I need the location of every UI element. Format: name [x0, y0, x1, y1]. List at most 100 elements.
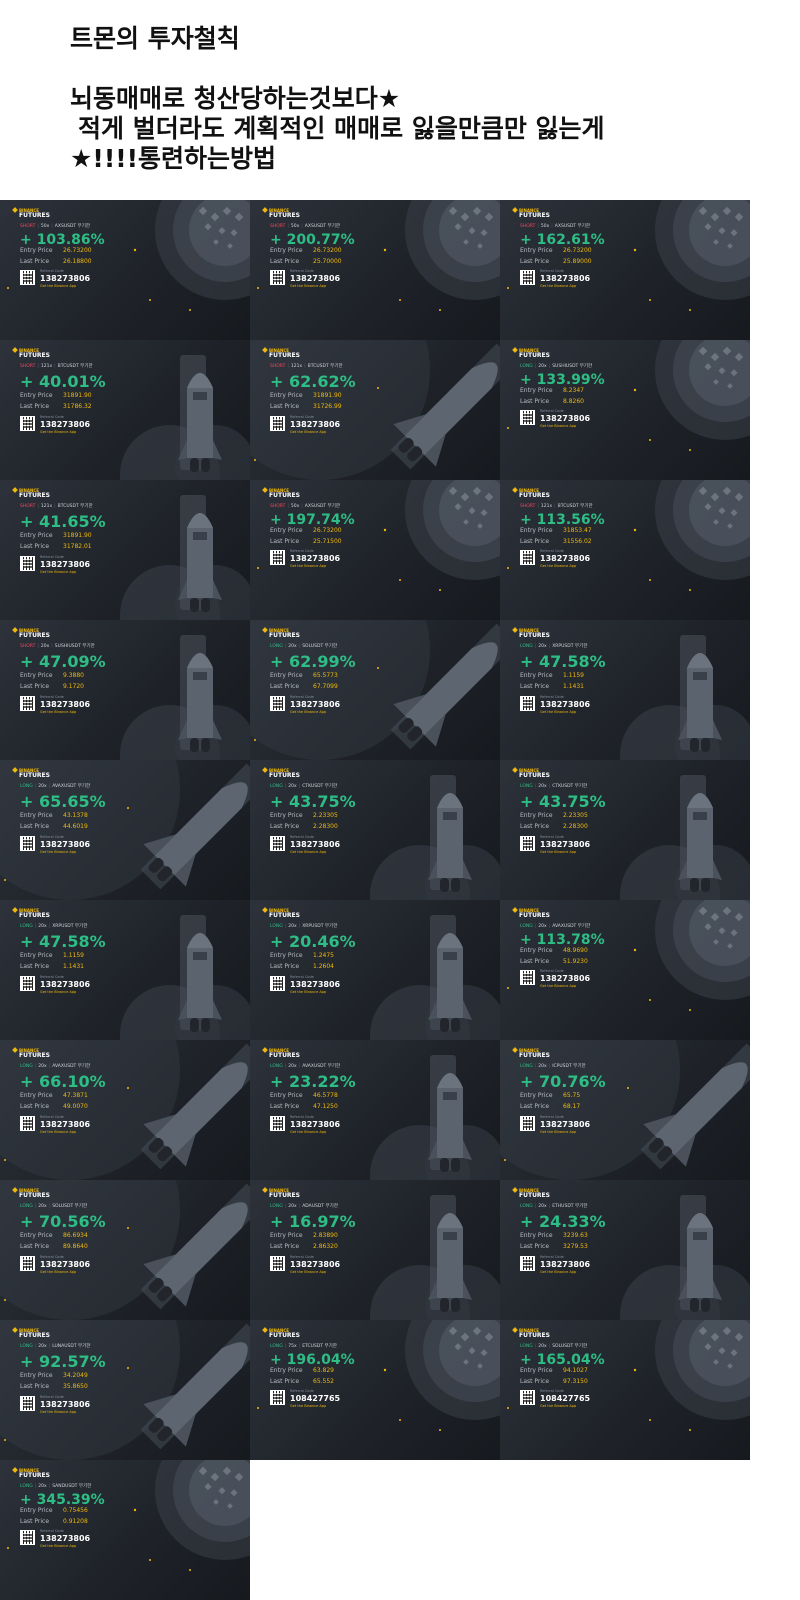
pnl-screenshot-card: BINANCE FUTURES SHORT | 50x | AXSUSDT 무기한 + 200…: [250, 200, 500, 340]
qr-code-icon: [20, 1256, 35, 1271]
pnl-percent: + 70.76%: [520, 1072, 606, 1091]
leverage-tag: 20x: [538, 1204, 547, 1209]
entry-price-label: Entry Price: [520, 527, 553, 534]
side-tag: LONG: [20, 1064, 33, 1069]
leverage-tag: 20x: [288, 784, 297, 789]
brand-bottom: FUTURES: [519, 772, 550, 779]
qr-code-icon: [270, 550, 285, 565]
position-tags: LONG | 20x | SOLUSDT 무기한: [20, 1204, 88, 1209]
last-price-row: Last Price 26.18800: [20, 258, 92, 266]
pair-tag: AXSUSDT 무기한: [54, 224, 91, 229]
brand-bottom: FUTURES: [269, 1192, 300, 1199]
pair-tag: ETHUSDT 무기한: [552, 1204, 588, 1209]
pnl-percent: + 65.65%: [20, 792, 106, 811]
last-price-row: Last Price 1.2604: [270, 963, 334, 971]
last-price-value: 25.89000: [563, 258, 592, 265]
position-tags: LONG | 75x | ETCUSDT 무기한: [270, 1344, 337, 1349]
get-app-text: Get the Binance App: [40, 990, 77, 994]
get-app-text: Get the Binance App: [290, 710, 327, 714]
leverage-tag: 20x: [38, 1064, 47, 1069]
qr-code-icon: [20, 696, 35, 711]
side-tag: SHORT: [520, 504, 536, 509]
position-tags: LONG | 20x | SANDUSDT 무기한: [20, 1484, 92, 1489]
position-tags: LONG | 20x | AVAXUSDT 무기한: [20, 784, 91, 789]
entry-price-value: 2.23305: [563, 812, 588, 819]
entry-price-row: Entry Price 65.75: [520, 1092, 580, 1100]
entry-price-value: 0.75456: [63, 1507, 88, 1514]
pair-tag: SOLUSDT 무기한: [552, 1344, 588, 1349]
entry-price-value: 26.73200: [313, 527, 342, 534]
get-app-text: Get the Binance App: [290, 564, 327, 568]
entry-price-row: Entry Price 2.83890: [270, 1232, 338, 1240]
side-tag: SHORT: [270, 364, 286, 369]
pnl-percent: + 200.77%: [270, 232, 355, 248]
referral-label: Referral Code: [40, 1395, 64, 1399]
pnl-screenshot-card: BINANCE FUTURES LONG | 20x | LUNAUSDT 무기한 + 92.…: [0, 1320, 250, 1460]
last-price-row: Last Price 49.0070: [20, 1103, 88, 1111]
qr-code-icon: [520, 970, 535, 985]
last-price-label: Last Price: [20, 543, 50, 550]
last-price-label: Last Price: [520, 1378, 550, 1385]
post-line-3: ★!!!!통련하는방법: [70, 144, 277, 173]
binance-futures-logo: BINANCE FUTURES: [262, 1187, 300, 1199]
referral-code: 138273806: [290, 700, 341, 709]
post-line-1: 뇌동매매로 청산당하는것보다★: [70, 84, 401, 113]
entry-price-value: 2.83890: [313, 1232, 338, 1239]
brand-bottom: FUTURES: [519, 492, 550, 499]
pnl-percent: + 24.33%: [520, 1212, 606, 1231]
last-price-row: Last Price 3279.53: [520, 1243, 588, 1251]
entry-price-value: 1.2475: [313, 952, 334, 959]
last-price-row: Last Price 67.7099: [270, 683, 338, 691]
pnl-percent: + 20.46%: [270, 932, 356, 951]
last-price-label: Last Price: [520, 683, 550, 690]
position-tags: SHORT | 121x | BTCUSDT 무기한: [20, 364, 93, 369]
entry-price-label: Entry Price: [20, 812, 53, 819]
qr-code-icon: [520, 270, 535, 285]
last-price-row: Last Price 44.6019: [20, 823, 88, 831]
pair-tag: AXSUSDT 무기한: [304, 504, 341, 509]
leverage-tag: 50x: [40, 224, 50, 229]
last-price-label: Last Price: [270, 1243, 300, 1250]
pnl-percent: + 43.75%: [270, 792, 356, 811]
pair-tag: XRPUSDT 무기한: [52, 924, 88, 929]
last-price-row: Last Price 2.28300: [270, 823, 338, 831]
side-tag: LONG: [520, 1344, 533, 1349]
position-tags: LONG | 20x | XRPUSDT 무기한: [270, 924, 338, 929]
referral-code: 138273806: [40, 1534, 91, 1543]
binance-futures-logo: BINANCE FUTURES: [512, 767, 550, 779]
get-app-text: Get the Binance App: [40, 1544, 77, 1548]
qr-code-icon: [20, 1116, 35, 1131]
pnl-screenshot-card: BINANCE FUTURES SHORT | 20x | SUSHIUSDT 무기한 + 4…: [0, 620, 250, 760]
entry-price-value: 31891.90: [313, 392, 342, 399]
pair-tag: BTCUSDT 무기한: [57, 364, 93, 369]
binance-futures-logo: BINANCE FUTURES: [12, 487, 50, 499]
last-price-row: Last Price 8.8260: [520, 398, 584, 406]
last-price-row: Last Price 35.8650: [20, 1383, 88, 1391]
binance-futures-logo: BINANCE FUTURES: [262, 347, 300, 359]
pnl-screenshot-card: BINANCE FUTURES LONG | 20x | ADAUSDT 무기한 + 16.9…: [250, 1180, 500, 1320]
pnl-percent: + 40.01%: [20, 372, 106, 391]
pnl-screenshot-card: BINANCE FUTURES SHORT | 121x | BTCUSDT 무기한 + 62…: [250, 340, 500, 480]
pnl-percent: + 197.74%: [270, 512, 355, 528]
position-tags: LONG | 20x | SUSHIUSDT 무기한: [520, 364, 593, 369]
entry-price-label: Entry Price: [20, 247, 53, 254]
entry-price-value: 1.1159: [63, 952, 84, 959]
brand-bottom: FUTURES: [19, 492, 50, 499]
brand-bottom: FUTURES: [269, 912, 300, 919]
entry-price-label: Entry Price: [270, 952, 303, 959]
binance-futures-logo: BINANCE FUTURES: [12, 1467, 50, 1479]
referral-label: Referral Code: [290, 269, 314, 273]
get-app-text: Get the Binance App: [290, 284, 327, 288]
pnl-percent: + 62.62%: [270, 372, 356, 391]
pnl-screenshot-card: BINANCE FUTURES LONG | 20x | ETHUSDT 무기한 + 24.3…: [500, 1180, 750, 1320]
entry-price-row: Entry Price 94.1027: [520, 1367, 588, 1375]
pnl-screenshot-card: BINANCE FUTURES LONG | 20x | AVAXUSDT 무기한 + 66.…: [0, 1040, 250, 1180]
last-price-label: Last Price: [20, 1103, 50, 1110]
side-tag: LONG: [20, 1344, 33, 1349]
binance-futures-logo: BINANCE FUTURES: [12, 347, 50, 359]
referral-label: Referral Code: [540, 969, 564, 973]
last-price-row: Last Price 9.1720: [20, 683, 84, 691]
qr-code-icon: [520, 550, 535, 565]
side-tag: LONG: [20, 1484, 33, 1489]
side-tag: LONG: [270, 644, 283, 649]
